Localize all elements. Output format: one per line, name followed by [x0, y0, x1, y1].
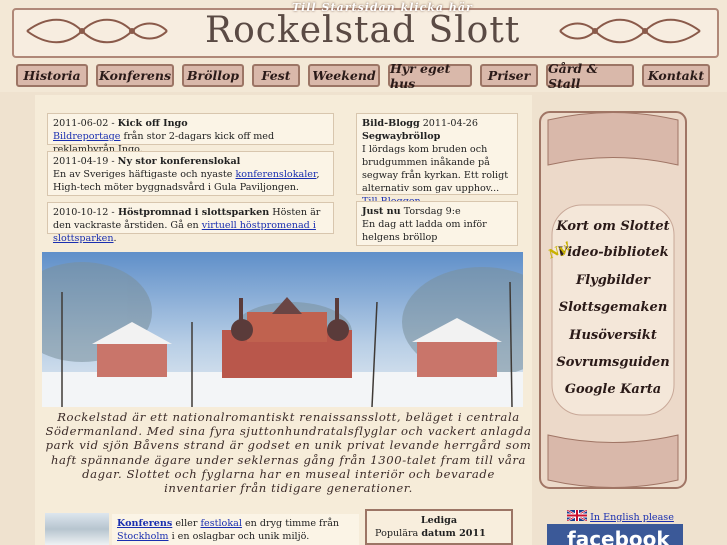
- english-link[interactable]: In English please: [590, 512, 674, 523]
- nav-hyr-eget-hus[interactable]: Hyr eget hus: [388, 61, 472, 91]
- side-menu-kort-om-slottet[interactable]: Kort om Slottet: [538, 219, 688, 234]
- news-date: 2010-10-12 -: [53, 207, 115, 218]
- lediga-prefix: Populära: [375, 528, 422, 539]
- just-nu-date: Torsdag 9:e: [400, 206, 461, 217]
- blurb-text-3: i en oslagbar och unik miljö.: [168, 531, 310, 542]
- nav-kontakt[interactable]: Kontakt: [642, 64, 710, 87]
- news-date: 2011-06-02 -: [53, 118, 115, 129]
- blog-label: Bild-Blogg: [362, 118, 420, 129]
- konferens-link[interactable]: Konferens: [117, 518, 172, 529]
- nav-fest[interactable]: Fest: [252, 64, 300, 87]
- news-item-kickoff: 2011-06-02 - Kick off Ingo Bildreportage…: [47, 113, 334, 155]
- site-header: Till Startsidan klicka här Rockelstad Sl…: [0, 0, 727, 60]
- news-headline: Höstpromnad i slottsparken: [114, 207, 270, 218]
- side-menu-sovrumsguiden[interactable]: Sovrumsguiden: [538, 355, 688, 370]
- konferenslokaler-link[interactable]: konferenslokaler: [235, 169, 316, 180]
- lediga-box[interactable]: Lediga Populära datum 2011: [365, 509, 513, 545]
- blog-box: Bild-Blogg 2011-04-26 Segwaybröllop I lö…: [356, 113, 518, 207]
- side-menu-husoversikt[interactable]: Husöversikt: [538, 328, 688, 343]
- facebook-badge[interactable]: facebook: [547, 524, 683, 545]
- stockholm-link[interactable]: Stockholm: [117, 531, 169, 542]
- news-text: En av Sveriges häftigaste och nyaste: [53, 169, 236, 180]
- left-ornament-icon: [26, 18, 168, 44]
- side-menu-slottsgemaken[interactable]: Slottsgemaken: [538, 300, 688, 315]
- bildreportage-link[interactable]: Bildreportage: [53, 131, 121, 142]
- nav-konferens[interactable]: Konferens: [96, 64, 174, 87]
- uk-flag-icon: [566, 509, 588, 522]
- blurb-text-1: eller: [172, 518, 201, 529]
- news-item-hostpromenad: 2010-10-12 - Höstpromnad i slottsparken …: [47, 202, 334, 244]
- just-nu-text: En dag att ladda om inför helgens bröllo…: [362, 219, 487, 243]
- castle-photo: [42, 252, 523, 407]
- konferens-blurb: Konferens eller festlokal en dryg timme …: [112, 514, 359, 545]
- lediga-title: Lediga: [420, 515, 458, 526]
- side-menu-google-karta[interactable]: Google Karta: [538, 382, 688, 397]
- intro-text: Rockelstad är ett nationalromantiskt ren…: [45, 410, 532, 496]
- news-date: 2011-04-19 -: [53, 156, 115, 167]
- blog-date: 2011-04-26: [419, 118, 479, 129]
- nav-brollop[interactable]: Bröllop: [182, 64, 244, 87]
- news-headline: Kick off Ingo: [117, 118, 188, 129]
- english-link-row[interactable]: In English please: [566, 509, 674, 523]
- news-item-konferenslokal: 2011-04-19 - Ny stor konferenslokal En a…: [47, 151, 334, 196]
- site-title[interactable]: Rockelstad Slott: [205, 10, 520, 51]
- main-nav: Historia Konferens Bröllop Fest Weekend …: [0, 60, 727, 92]
- blurb-text-2: en dryg timme från: [241, 518, 340, 529]
- blog-headline: Segwaybröllop: [362, 131, 441, 142]
- just-nu-label: Just nu: [362, 206, 401, 217]
- side-menu-flygbilder[interactable]: Flygbilder: [538, 273, 688, 288]
- nav-weekend[interactable]: Weekend: [308, 64, 380, 87]
- nav-historia[interactable]: Historia: [16, 64, 88, 87]
- lediga-dates: datum 2011: [421, 528, 486, 539]
- news-text-2: .: [113, 233, 117, 244]
- news-headline: Ny stor konferenslokal: [117, 156, 241, 167]
- nav-priser[interactable]: Priser: [480, 64, 538, 87]
- festlokal-link[interactable]: festlokal: [200, 518, 241, 529]
- left-border: [14, 95, 35, 545]
- just-nu-box: Just nu Torsdag 9:e En dag att ladda om …: [356, 201, 518, 246]
- blog-text: I lördags kom bruden och brudgummen inåk…: [362, 144, 509, 194]
- nav-gard-stall[interactable]: Gård & Stall: [546, 61, 634, 91]
- thumbnail-image: [45, 513, 109, 545]
- right-ornament-icon: [559, 18, 701, 44]
